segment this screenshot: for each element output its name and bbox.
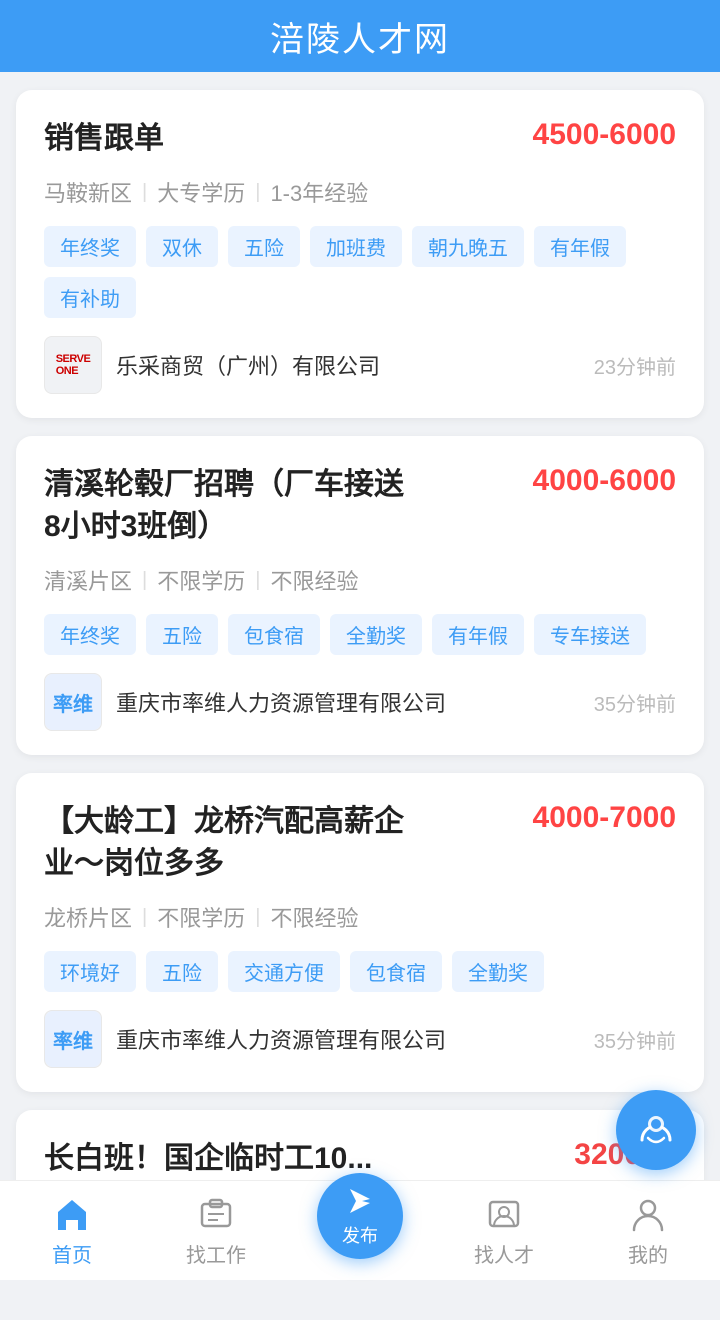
nav-find-talent[interactable]: 找人才 bbox=[454, 1193, 554, 1268]
company-row-3: 率维 重庆市率维人力资源管理有限公司 35分钟前 bbox=[44, 1010, 676, 1068]
app-header: 涪陵人才网 bbox=[0, 0, 720, 72]
job-tags-3: 环境好 五险 交通方便 包食宿 全勤奖 bbox=[44, 951, 676, 992]
company-info-1: SERVEONE 乐采商贸（广州）有限公司 bbox=[44, 336, 380, 394]
tag: 交通方便 bbox=[228, 951, 340, 992]
company-name-1: 乐采商贸（广州）有限公司 bbox=[116, 349, 380, 381]
job-experience-1: 1-3年经验 bbox=[270, 176, 368, 208]
job-education-2: 不限学历 bbox=[157, 564, 245, 596]
post-time-1: 23分钟前 bbox=[594, 351, 676, 380]
job-location-3: 龙桥片区 bbox=[44, 901, 132, 933]
tag: 全勤奖 bbox=[452, 951, 544, 992]
job-card-1[interactable]: 销售跟单 4500-6000 马鞍新区 | 大专学历 | 1-3年经验 年终奖 … bbox=[16, 90, 704, 418]
company-row-1: SERVEONE 乐采商贸（广州）有限公司 23分钟前 bbox=[44, 336, 676, 394]
nav-home[interactable]: 首页 bbox=[22, 1193, 122, 1268]
publish-fab-button[interactable]: 发布 bbox=[317, 1173, 403, 1259]
tag: 朝九晚五 bbox=[412, 226, 524, 267]
tag: 有补助 bbox=[44, 277, 136, 318]
tag: 年终奖 bbox=[44, 614, 136, 655]
tag: 专车接送 bbox=[534, 614, 646, 655]
bottom-nav: 首页 找工作 发布 找人 bbox=[0, 1180, 720, 1280]
job-location-1: 马鞍新区 bbox=[44, 176, 132, 208]
tag: 五险 bbox=[146, 614, 218, 655]
company-name-3: 重庆市率维人力资源管理有限公司 bbox=[116, 1023, 446, 1055]
job-salary-1: 4500-6000 bbox=[533, 118, 676, 152]
app-title: 涪陵人才网 bbox=[270, 12, 450, 61]
tag: 年终奖 bbox=[44, 226, 136, 267]
nav-find-job[interactable]: 找工作 bbox=[166, 1193, 266, 1268]
nav-mine-label: 我的 bbox=[628, 1239, 668, 1268]
job-education-3: 不限学历 bbox=[157, 901, 245, 933]
post-time-2: 35分钟前 bbox=[594, 688, 676, 717]
company-logo-1: SERVEONE bbox=[44, 336, 102, 394]
job-card-2[interactable]: 清溪轮毂厂招聘（厂车接送8小时3班倒） 4000-6000 清溪片区 | 不限学… bbox=[16, 436, 704, 755]
company-name-2: 重庆市率维人力资源管理有限公司 bbox=[116, 686, 446, 718]
nav-publish[interactable]: 发布 bbox=[310, 1173, 410, 1269]
nav-find-job-label: 找工作 bbox=[186, 1239, 246, 1268]
tag: 加班费 bbox=[310, 226, 402, 267]
job-title-3: 【大龄工】龙桥汽配高薪企业～岗位多多 bbox=[44, 801, 404, 885]
job-card-3[interactable]: 【大龄工】龙桥汽配高薪企业～岗位多多 4000-7000 龙桥片区 | 不限学历… bbox=[16, 773, 704, 1092]
publish-label: 发布 bbox=[342, 1222, 378, 1248]
tag: 有年假 bbox=[534, 226, 626, 267]
tag: 包食宿 bbox=[350, 951, 442, 992]
job-experience-3: 不限经验 bbox=[270, 901, 358, 933]
home-icon bbox=[51, 1193, 93, 1235]
job-salary-3: 4000-7000 bbox=[533, 801, 676, 835]
mine-icon bbox=[627, 1193, 669, 1235]
company-row-2: 率维 重庆市率维人力资源管理有限公司 35分钟前 bbox=[44, 673, 676, 731]
tag: 全勤奖 bbox=[330, 614, 422, 655]
tag: 双休 bbox=[146, 226, 218, 267]
company-info-2: 率维 重庆市率维人力资源管理有限公司 bbox=[44, 673, 446, 731]
find-job-icon bbox=[195, 1193, 237, 1235]
find-talent-icon bbox=[483, 1193, 525, 1235]
tag: 环境好 bbox=[44, 951, 136, 992]
tag: 五险 bbox=[228, 226, 300, 267]
job-location-2: 清溪片区 bbox=[44, 564, 132, 596]
job-title-1: 销售跟单 bbox=[44, 118, 164, 160]
job-tags-2: 年终奖 五险 包食宿 全勤奖 有年假 专车接送 bbox=[44, 614, 676, 655]
job-meta-1: 马鞍新区 | 大专学历 | 1-3年经验 bbox=[44, 176, 676, 208]
company-logo-3: 率维 bbox=[44, 1010, 102, 1068]
company-info-3: 率维 重庆市率维人力资源管理有限公司 bbox=[44, 1010, 446, 1068]
tag: 有年假 bbox=[432, 614, 524, 655]
job-list: 销售跟单 4500-6000 马鞍新区 | 大专学历 | 1-3年经验 年终奖 … bbox=[0, 72, 720, 1320]
tag: 五险 bbox=[146, 951, 218, 992]
customer-service-button[interactable] bbox=[616, 1090, 696, 1170]
nav-home-label: 首页 bbox=[52, 1239, 92, 1268]
tag: 包食宿 bbox=[228, 614, 320, 655]
job-title-2: 清溪轮毂厂招聘（厂车接送8小时3班倒） bbox=[44, 464, 404, 548]
job-tags-1: 年终奖 双休 五险 加班费 朝九晚五 有年假 有补助 bbox=[44, 226, 676, 318]
job-meta-3: 龙桥片区 | 不限学历 | 不限经验 bbox=[44, 901, 676, 933]
nav-mine[interactable]: 我的 bbox=[598, 1193, 698, 1268]
nav-find-talent-label: 找人才 bbox=[474, 1239, 534, 1268]
job-salary-2: 4000-6000 bbox=[533, 464, 676, 498]
job-experience-2: 不限经验 bbox=[270, 564, 358, 596]
company-logo-2: 率维 bbox=[44, 673, 102, 731]
post-time-3: 35分钟前 bbox=[594, 1025, 676, 1054]
job-education-1: 大专学历 bbox=[157, 176, 245, 208]
job-meta-2: 清溪片区 | 不限学历 | 不限经验 bbox=[44, 564, 676, 596]
